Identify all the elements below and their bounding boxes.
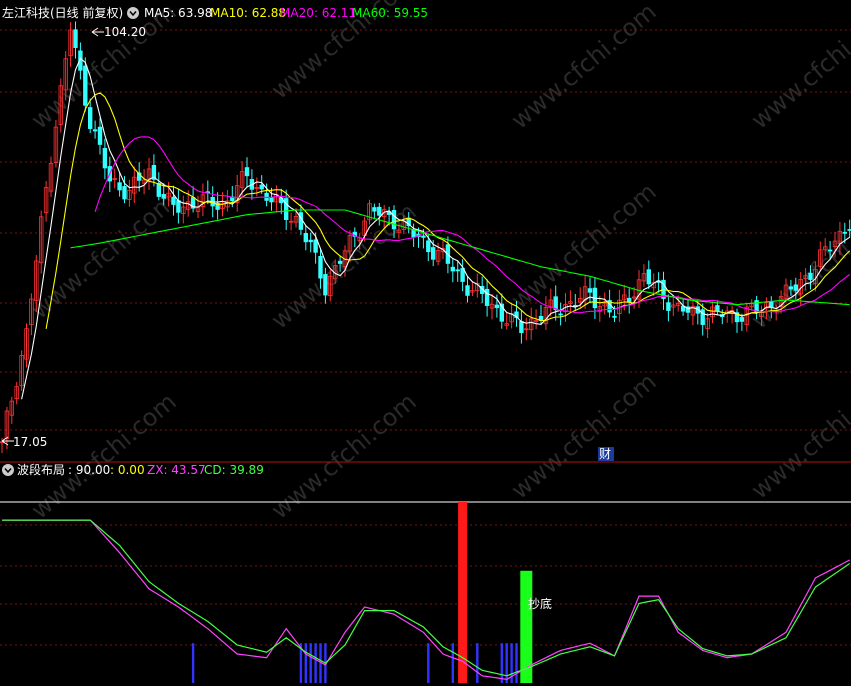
watermark-text: www.cfchi.com: [266, 197, 422, 334]
indicator-series: [2, 502, 851, 683]
watermark-text: www.cfchi.com: [506, 367, 662, 504]
candle-body: [391, 209, 397, 230]
candle-body: [430, 247, 436, 260]
candle-body: [558, 313, 563, 316]
candle-body: [117, 182, 122, 191]
price-header: 左江科技(日线 前复权) MA5: 63.98 MA10: 62.88 MA20…: [2, 5, 428, 20]
candle-body: [788, 286, 794, 290]
candle-body: [715, 305, 720, 311]
ma60-label: MA60: 59.55: [352, 6, 428, 20]
bottom-signal-label: 抄底: [528, 596, 552, 611]
zx-line: [2, 519, 850, 681]
candle-body: [769, 301, 774, 308]
candle-body: [465, 285, 470, 296]
candle-body: [122, 186, 127, 200]
settings-icon[interactable]: [127, 7, 139, 19]
candle-body: [313, 239, 318, 253]
watermark-text: www.cfchi.com: [746, 0, 851, 135]
level-90-label: : 90.00: [68, 463, 110, 477]
candle-body: [450, 266, 455, 272]
level-0-label: : 0.00: [110, 463, 145, 477]
candle-body: [156, 183, 161, 197]
candle-body: [308, 239, 313, 243]
indicator-title: 波段布局: [17, 462, 65, 477]
zx-label: ZX: 43.57: [147, 463, 206, 477]
candle-body: [318, 255, 323, 279]
candle-body: [411, 229, 416, 238]
watermark-text: www.cfchi.com: [26, 0, 182, 135]
candle-body: [612, 315, 617, 318]
candle-body: [646, 269, 651, 285]
candle-body: [97, 126, 103, 145]
candle-body: [269, 196, 274, 203]
candle-body: [421, 235, 426, 238]
candle-body: [377, 206, 382, 216]
candle-body: [426, 240, 431, 253]
candle-body: [793, 284, 798, 291]
candle-body: [83, 65, 88, 106]
candle-body: [161, 194, 166, 199]
candle-body: [298, 212, 304, 230]
ma20-label: MA20: 62.11: [280, 6, 356, 20]
cd-label: CD: 39.89: [204, 463, 264, 477]
watermark-text: www.cfchi.com: [506, 177, 662, 314]
ma10-label: MA10: 62.88: [210, 6, 286, 20]
candle-body: [455, 269, 460, 272]
candle-body: [808, 272, 813, 280]
candle-body: [73, 29, 78, 48]
candle-body: [244, 167, 250, 177]
ma60-line: [70, 209, 850, 306]
candle-body: [827, 249, 833, 252]
candle-body: [102, 147, 108, 169]
high-price-label: 104.20: [104, 25, 146, 39]
candle-body: [494, 304, 500, 309]
ma5-label: MA5: 63.98: [144, 6, 212, 20]
indicator-header: 波段布局 : 90.00 : 0.00 ZX: 43.57 CD: 39.89: [2, 462, 264, 477]
stock-title: 左江科技(日线 前复权): [2, 5, 123, 20]
candle-body: [303, 233, 308, 243]
watermark-text: www.cfchi.com: [746, 367, 851, 504]
watermark-text: www.cfchi.com: [506, 0, 662, 135]
indicator-settings-icon[interactable]: [2, 464, 14, 476]
candle-body: [739, 317, 745, 322]
candle-body: [337, 260, 343, 264]
cd-line: [2, 519, 851, 677]
candle-body: [88, 107, 93, 129]
watermark-text: www.cfchi.com: [26, 387, 182, 524]
candle-body: [519, 321, 524, 334]
candle-body: [587, 288, 593, 293]
watermark-text: www.cfchi.com: [266, 387, 422, 524]
watermark-text: www.cfchi.com: [26, 187, 182, 324]
low-price-label: 17.05: [13, 435, 47, 449]
stock-chart: www.cfchi.com www.cfchi.com www.cfchi.com w…: [0, 0, 851, 683]
candle-body: [171, 196, 176, 205]
candle-body: [842, 231, 847, 234]
bottom-signal-bar: [520, 570, 533, 683]
finance-report-marker[interactable]: 财: [598, 447, 614, 461]
candle-body: [372, 207, 377, 212]
candle-body: [666, 302, 671, 311]
candle-body: [92, 129, 98, 132]
candle-body: [323, 274, 328, 296]
candle-body: [176, 200, 181, 213]
grid-lines: [0, 29, 851, 646]
candle-body: [259, 184, 264, 190]
finance-report-label: 财: [599, 447, 611, 461]
high-price-marker: 104.20: [91, 25, 146, 39]
